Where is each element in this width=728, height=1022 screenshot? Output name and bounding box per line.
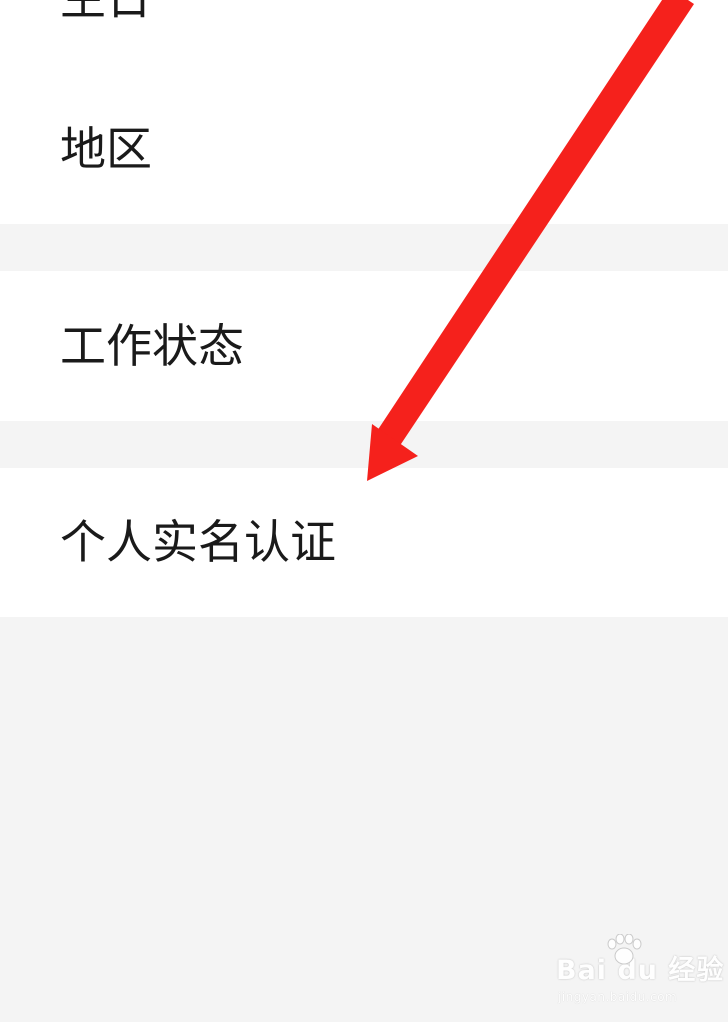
settings-item-real-name-verification[interactable]: 个人实名认证 — [0, 468, 728, 617]
paw-icon — [607, 934, 642, 965]
settings-group-basic-info: 生日 地区 — [0, 0, 728, 224]
settings-item-work-status[interactable]: 工作状态 — [0, 271, 728, 421]
real-name-verification-label: 个人实名认证 — [60, 515, 336, 569]
baidu-jingyan-watermark: Bai du 经验 jingyan.baidu.com — [556, 934, 723, 1010]
region-label: 地区 — [60, 122, 152, 176]
watermark-url: jingyan.baidu.com — [558, 990, 678, 1004]
work-status-label: 工作状态 — [60, 319, 244, 373]
settings-screen: 生日 地区 工作状态 个人实名认证 — [0, 0, 728, 1022]
birthday-label: 生日 — [60, 0, 152, 26]
